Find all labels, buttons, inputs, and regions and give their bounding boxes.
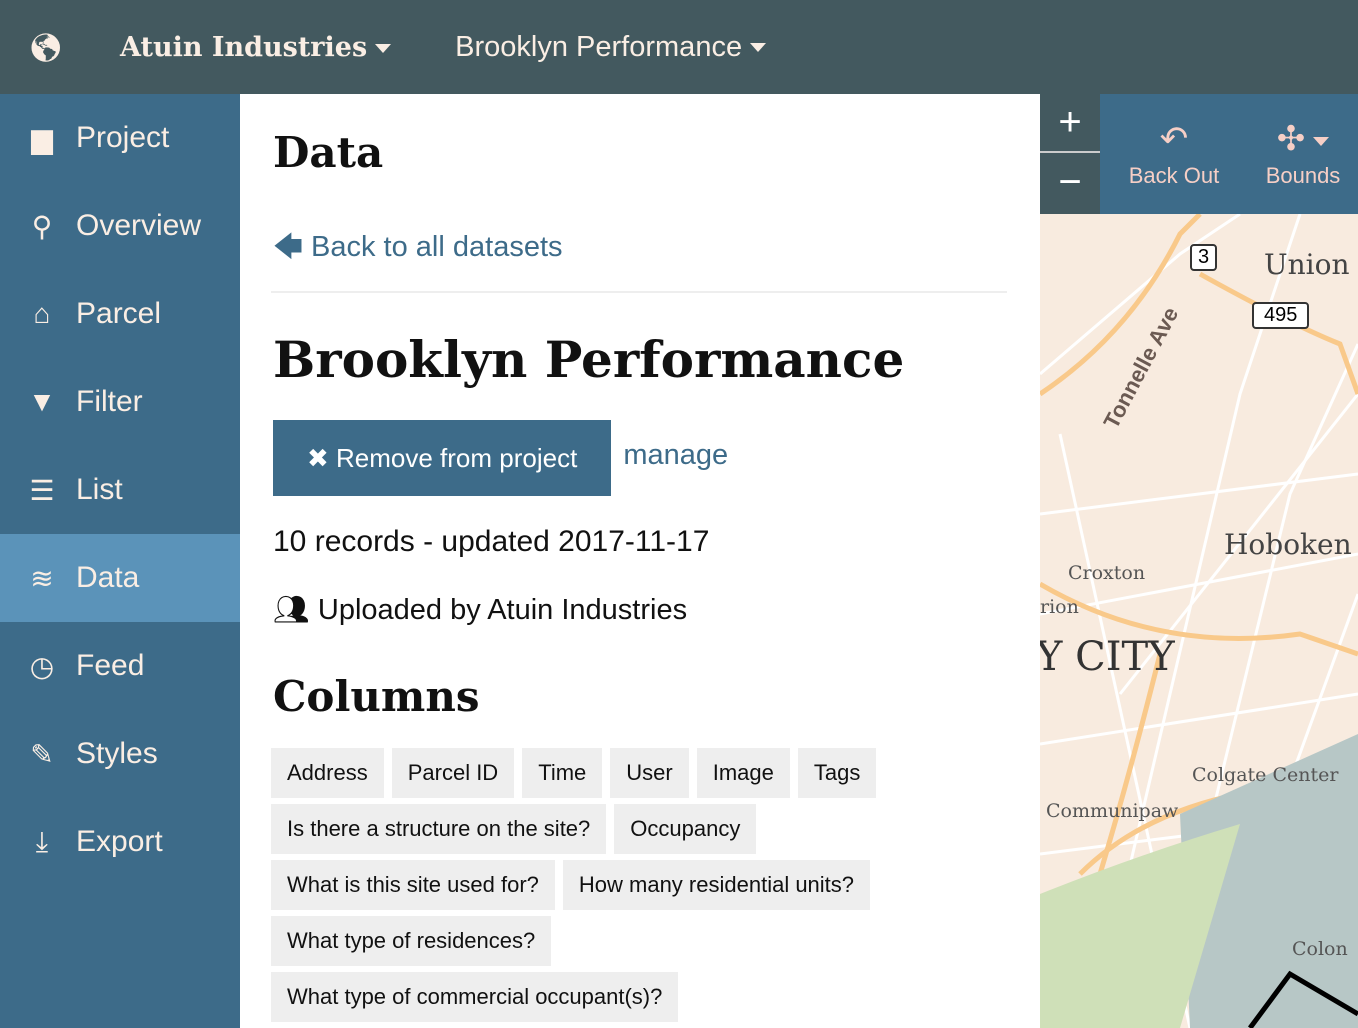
- column-tag: Parcel ID: [391, 748, 515, 798]
- manage-link[interactable]: manage: [623, 439, 728, 472]
- column-tag: Address: [271, 748, 384, 798]
- sidebar-item-export[interactable]: ⤓ Export: [0, 798, 240, 886]
- route-shield: 495: [1252, 302, 1310, 329]
- sidebar: ▆ Project ⚲ Overview ⌂ Parcel ▼ Filter ☰ List ≋ Dat…: [0, 94, 240, 1028]
- column-tag: Tags: [797, 748, 877, 798]
- sidebar-item-feed[interactable]: ◷ Feed: [0, 622, 240, 710]
- org-name: Atuin Industries: [120, 31, 368, 63]
- sidebar-item-parcel[interactable]: ⌂ Parcel: [0, 270, 240, 358]
- uploaded-label: Uploaded by Atuin Industries: [317, 594, 688, 626]
- sidebar-item-data[interactable]: ≋ Data: [0, 534, 240, 622]
- folder-icon: ▆: [31, 122, 53, 154]
- close-icon: ✖: [307, 442, 337, 473]
- records-info: 10 records - updated 2017-11-17: [273, 525, 710, 558]
- bounds-label: Bounds: [1265, 163, 1341, 188]
- org-dropdown[interactable]: Atuin Industries: [120, 31, 392, 63]
- sidebar-item-label: Export: [76, 825, 163, 858]
- columns-row: What type of commercial occupant(s)?: [271, 972, 1040, 1028]
- map-toolbar: ↶ Back Out ✣ Bounds: [1100, 94, 1358, 214]
- brush-icon: ✎: [30, 738, 54, 770]
- sidebar-item-label: Styles: [76, 737, 158, 770]
- column-tag: Time: [522, 748, 603, 798]
- columns-row: Is there a structure on the site? Occupan…: [271, 804, 1040, 860]
- map-label: rion: [1040, 596, 1079, 618]
- column-tag: Image: [696, 748, 790, 798]
- project-dropdown[interactable]: Brooklyn Performance: [455, 30, 767, 64]
- column-tag: What type of commercial occupant(s)?: [271, 972, 679, 1022]
- map-label: Croxton: [1068, 562, 1146, 584]
- zoom-out-button[interactable]: −: [1040, 153, 1100, 212]
- map-label: Colon: [1292, 938, 1348, 960]
- list-icon: ☰: [29, 474, 55, 506]
- dataset-title: Brooklyn Performance: [273, 330, 905, 389]
- zoom-in-button[interactable]: +: [1040, 94, 1100, 153]
- columns-title: Columns: [273, 672, 480, 721]
- sidebar-item-overview[interactable]: ⚲ Overview: [0, 182, 240, 270]
- uploaded-by: 👥︎ Uploaded by Atuin Industries: [273, 590, 1040, 630]
- map-tiles: [1040, 212, 1358, 1028]
- sidebar-item-label: Parcel: [76, 297, 162, 330]
- project-name: Brooklyn Performance: [455, 30, 743, 63]
- divider: [271, 291, 1007, 293]
- route-shield: 3: [1190, 244, 1218, 271]
- database-icon: ≋: [30, 562, 54, 594]
- page-title: Data: [273, 128, 384, 177]
- clock-icon: ◷: [29, 650, 55, 682]
- map-label: Hoboken: [1224, 528, 1352, 561]
- caret-down-icon: [750, 43, 767, 53]
- sidebar-item-label: List: [76, 473, 123, 506]
- remove-from-project-button[interactable]: ✖ Remove from project: [273, 420, 612, 496]
- puzzle-icon: ✣: [1277, 119, 1330, 163]
- main-panel: Data 🡄 Back to all datasets Brooklyn Per…: [240, 94, 1040, 1028]
- columns-row: Address Parcel ID Time User Image Tags: [271, 748, 1040, 804]
- column-tag: What type of residences?: [271, 916, 552, 966]
- sidebar-item-label: Feed: [76, 649, 145, 682]
- column-tag: What is this site used for?: [271, 860, 555, 910]
- sidebar-item-label: Project: [76, 121, 170, 154]
- back-to-datasets-link[interactable]: 🡄 Back to all datasets: [273, 227, 1040, 267]
- columns-list: Address Parcel ID Time User Image Tags Is ther…: [271, 748, 1040, 1028]
- arrow-left-icon: 🡄: [273, 231, 303, 263]
- sidebar-item-list[interactable]: ☰ List: [0, 446, 240, 534]
- globe-icon[interactable]: 🌎︎: [28, 31, 64, 64]
- filter-icon: ▼: [28, 386, 56, 417]
- remove-label: Remove from project: [336, 442, 578, 473]
- sidebar-item-label: Filter: [76, 385, 143, 418]
- sidebar-item-label: Overview: [76, 209, 202, 242]
- bounds-dropdown[interactable]: ✣ Bounds: [1248, 94, 1358, 214]
- home-icon: ⌂: [33, 298, 51, 329]
- map-label: Union: [1264, 248, 1350, 281]
- users-icon: 👥︎: [273, 594, 310, 626]
- map-label: Colgate Center: [1192, 764, 1339, 786]
- column-tag: Is there a structure on the site?: [271, 804, 607, 854]
- caret-down-icon: [375, 43, 392, 53]
- column-tag: User: [610, 748, 689, 798]
- map-label: Communipaw: [1046, 800, 1179, 822]
- download-icon: ⤓: [35, 825, 49, 857]
- columns-row: What type of residences?: [271, 916, 1040, 972]
- back-out-button[interactable]: ↶ Back Out: [1100, 94, 1248, 214]
- map-marker-icon: ⚲: [31, 210, 53, 242]
- back-out-label: Back Out: [1128, 163, 1220, 188]
- map[interactable]: 3 495 Union Tonnelle Ave Hoboken Croxton…: [1040, 94, 1358, 1028]
- reply-icon: ↶: [1159, 120, 1189, 158]
- sidebar-item-filter[interactable]: ▼ Filter: [0, 358, 240, 446]
- sidebar-item-project[interactable]: ▆ Project: [0, 94, 240, 182]
- column-tag: How many residential units?: [562, 860, 871, 910]
- zoom-control: + −: [1040, 94, 1100, 214]
- columns-row: What is this site used for? How many resi…: [271, 860, 1040, 916]
- back-link-label: Back to all datasets: [311, 231, 563, 263]
- sidebar-item-label: Data: [76, 561, 140, 594]
- sidebar-item-styles[interactable]: ✎ Styles: [0, 710, 240, 798]
- column-tag: Occupancy: [614, 804, 757, 854]
- top-bar: 🌎︎ Atuin Industries Brooklyn Performance: [0, 0, 1358, 94]
- map-label: Y CITY: [1040, 634, 1175, 680]
